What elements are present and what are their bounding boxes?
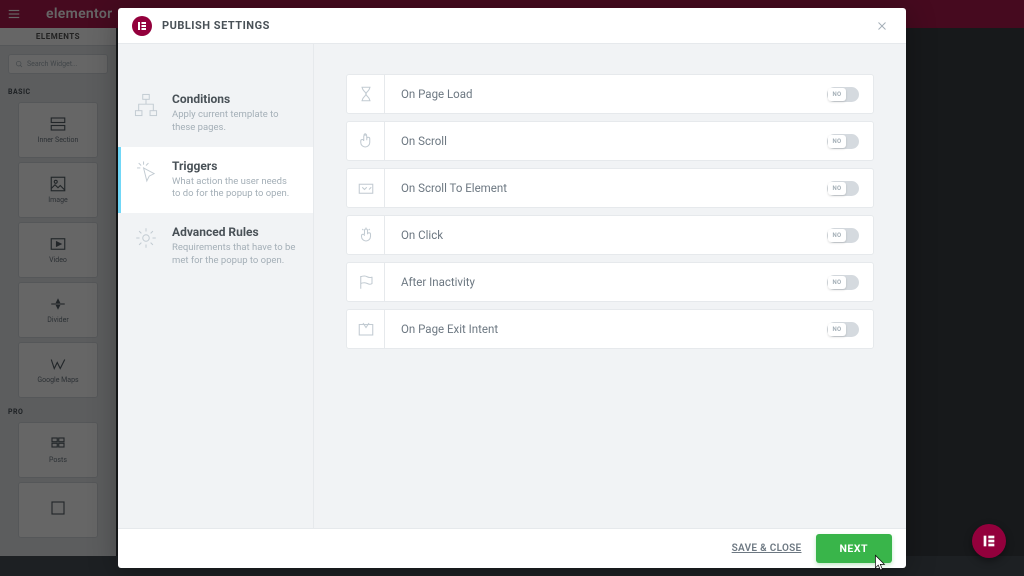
trigger-row-scroll[interactable]: On Scroll NO [346, 121, 874, 161]
sidebar-tab-desc: Requirements that have to be met for the… [172, 242, 297, 268]
trigger-row-scroll-to-element[interactable]: On Scroll To Element NO [346, 168, 874, 208]
sidebar-tab-conditions[interactable]: Conditions Apply current template to the… [118, 80, 313, 147]
sidebar-tab-title: Conditions [172, 92, 297, 106]
trigger-label: On Scroll [385, 134, 827, 148]
trigger-label: On Scroll To Element [385, 181, 827, 195]
trigger-row-page-load[interactable]: On Page Load NO [346, 74, 874, 114]
settings-tabs-sidebar: Conditions Apply current template to the… [118, 44, 314, 528]
trigger-toggle[interactable]: NO [827, 87, 859, 102]
trigger-label: On Page Exit Intent [385, 322, 827, 336]
trigger-label: After Inactivity [385, 275, 827, 289]
trigger-toggle[interactable]: NO [827, 181, 859, 196]
element-target-icon [347, 169, 385, 207]
sidebar-tab-desc: Apply current template to these pages. [172, 109, 297, 135]
trigger-label: On Page Load [385, 87, 827, 101]
cursor-exit-icon [347, 310, 385, 348]
hand-scroll-icon [347, 122, 385, 160]
publish-settings-modal: PUBLISH SETTINGS Conditions Apply curren… [118, 8, 906, 568]
triggers-list: On Page Load NO On Scroll NO On Scroll T… [314, 44, 906, 528]
modal-title: PUBLISH SETTINGS [162, 19, 270, 32]
finger-click-icon [347, 216, 385, 254]
modal-footer: SAVE & CLOSE NEXT [118, 528, 906, 568]
flag-icon [347, 263, 385, 301]
gear-icon [132, 225, 160, 253]
sidebar-tab-title: Advanced Rules [172, 225, 297, 239]
trigger-row-click[interactable]: On Click NO [346, 215, 874, 255]
save-and-close-button[interactable]: SAVE & CLOSE [732, 543, 802, 554]
trigger-row-exit-intent[interactable]: On Page Exit Intent NO [346, 309, 874, 349]
hourglass-icon [347, 75, 385, 113]
sidebar-tab-advanced-rules[interactable]: Advanced Rules Requirements that have to… [118, 213, 313, 280]
sidebar-tab-title: Triggers [172, 159, 297, 173]
trigger-toggle[interactable]: NO [827, 228, 859, 243]
close-button[interactable] [872, 16, 892, 36]
elementor-fab-button[interactable] [972, 524, 1006, 558]
trigger-label: On Click [385, 228, 827, 242]
trigger-toggle[interactable]: NO [827, 275, 859, 290]
pointer-click-icon [132, 159, 160, 187]
elementor-logo-icon [132, 16, 152, 36]
trigger-row-inactivity[interactable]: After Inactivity NO [346, 262, 874, 302]
next-button[interactable]: NEXT [816, 534, 893, 563]
modal-header: PUBLISH SETTINGS [118, 8, 906, 44]
trigger-toggle[interactable]: NO [827, 134, 859, 149]
sitemap-icon [132, 92, 160, 120]
trigger-toggle[interactable]: NO [827, 322, 859, 337]
sidebar-tab-triggers[interactable]: Triggers What action the user needs to d… [118, 147, 313, 214]
sidebar-tab-desc: What action the user needs to do for the… [172, 176, 297, 202]
